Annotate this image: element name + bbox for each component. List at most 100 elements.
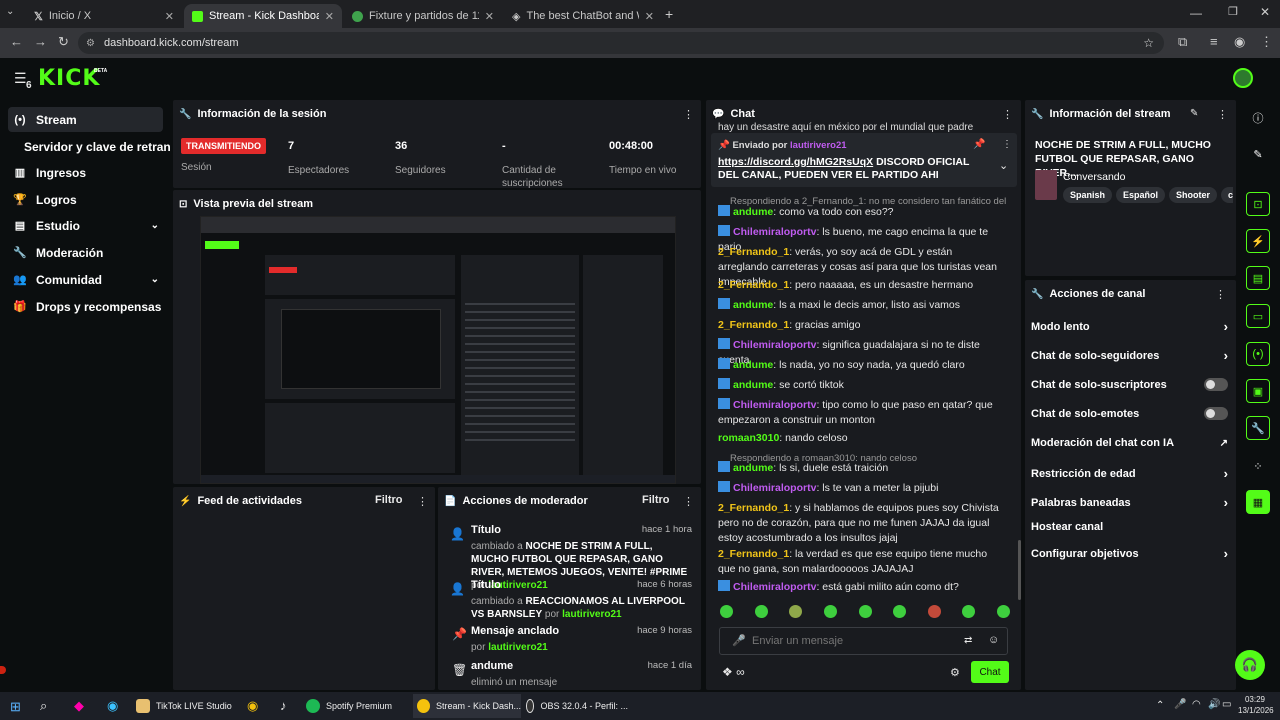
chat-username[interactable]: Chilemiraloportv	[733, 226, 816, 238]
chat-message[interactable]: andume: ls nada, yo no soy nada, ya qued…	[718, 358, 1003, 373]
emote-icon[interactable]	[720, 605, 733, 618]
channel-action-goals[interactable]: Configurar objetivos ›	[1031, 546, 1228, 561]
document-icon[interactable]: ▤	[1246, 266, 1270, 290]
chat-username[interactable]: 2_Fernando_1	[718, 502, 789, 514]
apps-icon[interactable]: ⁘	[1246, 454, 1270, 478]
emotes-only-toggle[interactable]	[1204, 407, 1228, 420]
tray-chevron-icon[interactable]: ⌃	[1156, 700, 1164, 711]
emote-icon[interactable]	[893, 605, 907, 618]
chat-username[interactable]: 2_Fernando_1	[718, 548, 789, 560]
chat-username[interactable]: andume	[733, 379, 773, 391]
chat-username[interactable]: andume	[733, 359, 773, 371]
tag[interactable]: Shooter	[1169, 187, 1218, 203]
channel-action-emotes-only[interactable]: Chat de solo-emotes	[1031, 407, 1228, 420]
profile-icon[interactable]: ◉	[1234, 34, 1245, 50]
chat-username[interactable]: Chilemiraloportv	[733, 482, 816, 494]
mic-icon[interactable]: 🎤	[732, 634, 746, 647]
sidebar-item-stream[interactable]: (•) Stream	[8, 107, 163, 132]
chat-username[interactable]: andume	[733, 462, 773, 474]
taskbar-app-tiktok-live[interactable]: TikTok LIVE Studio	[136, 694, 236, 718]
emote-icon[interactable]	[927, 605, 941, 618]
hamburger-menu-icon[interactable]: ☰	[14, 70, 27, 87]
chat-username[interactable]: 2_Fernando_1	[718, 246, 789, 258]
channel-action-host[interactable]: Hostear canal	[1031, 521, 1228, 533]
close-icon[interactable]: ✕	[645, 10, 654, 23]
chat-message[interactable]: 2_Fernando_1: la verdad es que ese equip…	[718, 547, 1003, 577]
desc-user[interactable]: lautirivero21	[562, 609, 621, 620]
layout-icon[interactable]: ▣	[1246, 379, 1270, 403]
user-avatar[interactable]	[1233, 68, 1253, 88]
filter-button[interactable]: Filtro	[642, 494, 670, 506]
browser-tab[interactable]: Fixture y partidos de 11-01-202 ✕	[344, 4, 502, 28]
stream-preview-video[interactable]	[200, 216, 676, 484]
channel-action-followers-only[interactable]: Chat de solo-seguidores ›	[1031, 348, 1228, 363]
chat-message[interactable]: Chilemiraloportv: tipo como lo que paso …	[718, 398, 1003, 428]
tiktok-icon[interactable]: ♪	[280, 698, 287, 713]
chat-message[interactable]: andume: ls a maxi le decis amor, listo a…	[718, 298, 1003, 313]
extensions-icon[interactable]: ⧉	[1178, 34, 1187, 50]
close-icon[interactable]: ✕	[325, 10, 334, 23]
close-icon[interactable]: ✕	[165, 10, 174, 23]
forward-arrow-icon[interactable]: →	[34, 34, 47, 49]
kick-logo[interactable]: KICK	[38, 66, 100, 91]
emote-icon[interactable]	[789, 605, 803, 618]
pinned-link[interactable]: https://discord.gg/hMG2RsUqX	[718, 156, 873, 168]
sidebar-item-estudio[interactable]: ▤ Estudio ⌄	[8, 213, 163, 238]
sidebar-item-comunidad[interactable]: 👥 Comunidad ⌄	[8, 267, 163, 292]
sidebar-item-server-key[interactable]: Servidor y clave de retransmisión	[20, 134, 170, 159]
chat-message[interactable]: Chilemiraloportv: ls te van a meter la p…	[718, 481, 1003, 496]
wifi-icon[interactable]: ◠	[1192, 699, 1201, 710]
browser-tab[interactable]: ◈ The best ChatBot and Widgets ✕	[504, 4, 662, 28]
more-options-icon[interactable]: ⋮	[1002, 139, 1012, 150]
battery-icon[interactable]: ▭	[1222, 699, 1231, 710]
chat-username[interactable]: Chilemiraloportv	[733, 581, 816, 593]
emote-icon[interactable]	[997, 605, 1010, 618]
more-options-icon[interactable]: ⋮	[417, 495, 428, 508]
chat-message[interactable]: andume: ls si, duele está traición	[718, 461, 1003, 476]
edge-icon[interactable]: ◉	[107, 698, 118, 714]
emote-icon[interactable]	[823, 605, 837, 618]
chevron-down-icon[interactable]: ⌄	[999, 159, 1008, 172]
reload-icon[interactable]: ↻	[58, 34, 69, 50]
url-input[interactable]: ⚙ dashboard.kick.com/stream ☆	[78, 32, 1164, 54]
browser-tab-active[interactable]: Stream - Kick Dashboard ✕	[184, 4, 342, 28]
chat-message[interactable]: andume: como va todo con eso??	[718, 205, 1003, 220]
channel-action-age-restriction[interactable]: Restricción de edad ›	[1031, 466, 1228, 481]
channel-action-banned-words[interactable]: Palabras baneadas ›	[1031, 495, 1228, 510]
reading-list-icon[interactable]: ≡	[1210, 34, 1218, 49]
clock[interactable]: 03:29 13/1/2026	[1238, 694, 1274, 716]
tag[interactable]: chill	[1221, 187, 1233, 203]
filter-button[interactable]: Filtro	[375, 494, 403, 506]
desc-user[interactable]: lautirivero21	[488, 642, 547, 653]
translate-icon[interactable]: ⇄	[964, 635, 972, 646]
browser-tab[interactable]: 𝕏 Inicio / X ✕	[26, 4, 182, 28]
more-options-icon[interactable]: ⋮	[683, 495, 694, 508]
chat-username[interactable]: Chilemiraloportv	[733, 339, 816, 351]
copilot-icon[interactable]: ◆	[74, 698, 84, 714]
chat-message[interactable]: 2_Fernando_1: pero naaaaa, es un desastr…	[718, 278, 1003, 293]
chat-username[interactable]: Chilemiraloportv	[733, 399, 816, 411]
emote-icon[interactable]	[858, 605, 872, 618]
category-name[interactable]: Conversando	[1063, 171, 1125, 183]
pinned-user[interactable]: lautirivero21	[790, 140, 847, 151]
chat-username[interactable]: romaan3010	[718, 432, 779, 444]
pin-icon[interactable]: 📌	[973, 139, 985, 150]
channel-action-ai-moderation[interactable]: Moderación del chat con IA ↗	[1031, 437, 1228, 449]
back-arrow-icon[interactable]: ←	[10, 34, 23, 49]
chat-message[interactable]: andume: se cortó tiktok	[718, 378, 1003, 393]
taskbar-app-spotify[interactable]: Spotify Premium	[306, 694, 406, 718]
wrench-icon[interactable]: 🔧	[1246, 416, 1270, 440]
category-thumbnail[interactable]	[1035, 170, 1057, 200]
channel-action-slow-mode[interactable]: Modo lento ›	[1031, 319, 1228, 334]
points-icon[interactable]: ❖ ∞	[722, 665, 745, 679]
close-icon[interactable]: ✕	[485, 10, 494, 23]
edit-pencil-icon[interactable]: ✎	[1190, 108, 1198, 119]
mic-tray-icon[interactable]: 🎤	[1174, 699, 1186, 710]
site-info-icon[interactable]: ⚙	[86, 38, 95, 49]
windows-start-icon[interactable]: ⊞	[10, 699, 21, 715]
more-options-icon[interactable]: ⋮	[1215, 288, 1226, 301]
edit-pencil-icon[interactable]: ✎	[1246, 142, 1270, 166]
chat-username[interactable]: andume	[733, 206, 773, 218]
chat-message[interactable]: 2_Fernando_1: y si hablamos de equipos p…	[718, 501, 1003, 546]
search-icon[interactable]: ⌕	[40, 698, 47, 714]
